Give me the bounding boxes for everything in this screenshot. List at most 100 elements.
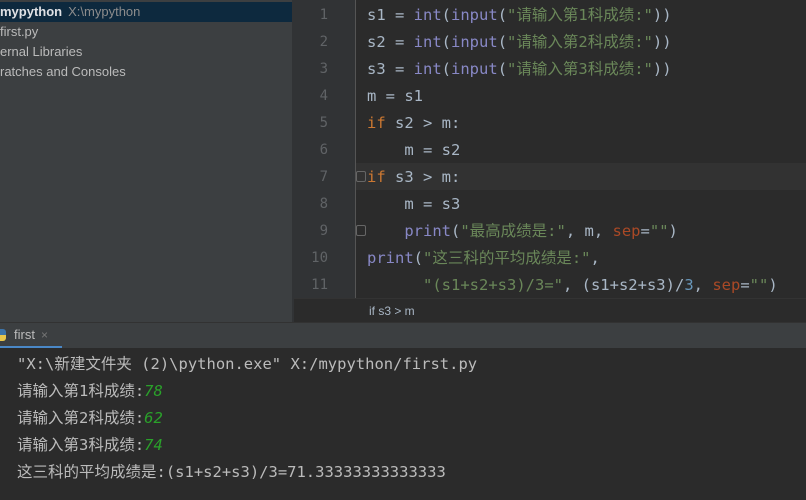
project-item-scratches[interactable]: ratches and Consoles: [0, 62, 292, 82]
code-token: m = s3: [367, 195, 461, 213]
project-root-name: mypython: [0, 4, 63, 19]
code-line: m = s2: [367, 137, 460, 164]
code-token: s3 > m:: [385, 168, 461, 186]
console-line: "X:\新建文件夹 (2)\python.exe" X:/mypython/fi…: [17, 351, 477, 378]
code-line: print("最高成绩是:", m, sep=""): [367, 218, 678, 245]
code-token: "(s1+s2+s3)/3=": [423, 276, 563, 294]
code-token: sep: [612, 222, 641, 240]
code-line: m = s3: [367, 191, 460, 218]
code-token: "这三科的平均成绩是:": [423, 249, 591, 267]
code-token: ): [768, 276, 778, 294]
code-token: 3: [684, 276, 694, 294]
code-token: "请输入第3科成绩:": [507, 60, 653, 78]
code-line: m = s1: [367, 83, 423, 110]
code-token: sep: [712, 276, 741, 294]
code-token: ,: [590, 249, 600, 267]
code-token: (: [441, 6, 452, 24]
code-token: (: [413, 249, 424, 267]
code-token: "请输入第1科成绩:": [507, 6, 653, 24]
code-token: )): [652, 33, 672, 51]
code-token: input: [451, 33, 498, 51]
code-line: if s2 > m:: [367, 110, 460, 137]
line-number: 8: [319, 196, 328, 212]
code-editor[interactable]: 1 s1 = int(input("请输入第1科成绩:")) 2 s2 = int(i…: [294, 0, 806, 298]
code-line: if s3 > m:: [367, 164, 460, 191]
code-token: =: [640, 222, 650, 240]
code-line: s2 = int(input("请输入第2科成绩:")): [367, 29, 672, 56]
code-token: (: [497, 33, 508, 51]
code-line: s1 = int(input("请输入第1科成绩:")): [367, 2, 672, 29]
code-token: int: [413, 60, 442, 78]
code-token: s2 > m:: [385, 114, 461, 132]
fold-icon[interactable]: [356, 225, 366, 236]
close-icon[interactable]: ×: [41, 328, 48, 342]
console-user-input: 74: [144, 436, 163, 454]
code-token: "最高成绩是:": [460, 222, 566, 240]
line-number: 7: [319, 169, 328, 185]
line-number: 9: [319, 223, 328, 239]
console-user-input: 62: [144, 409, 163, 427]
project-item-external-libraries[interactable]: ernal Libraries: [0, 42, 292, 62]
run-tool-bar: first ×: [0, 322, 806, 349]
console-line: 请输入第3科成绩:74: [17, 432, 163, 459]
console-line: 这三科的平均成绩是:(s1+s2+s3)/3=71.33333333333333: [17, 459, 446, 486]
console-text: 请输入第2科成绩:: [17, 409, 145, 427]
console-text: 请输入第3科成绩:: [17, 436, 145, 454]
code-line: s3 = int(input("请输入第3科成绩:")): [367, 56, 672, 83]
code-token: if: [367, 114, 386, 132]
code-token: )): [652, 60, 672, 78]
line-number: 2: [319, 34, 328, 50]
code-token: , (s1+s2+s3)/: [562, 276, 685, 294]
console-text: "X:\新建文件夹 (2)\python.exe" X:/mypython/fi…: [17, 355, 478, 373]
code-token: "": [649, 222, 669, 240]
code-token: if: [367, 168, 386, 186]
code-line: print("这三科的平均成绩是:",: [367, 245, 600, 272]
run-tab-label: first: [14, 327, 35, 342]
code-token: (: [451, 222, 461, 240]
code-token: s1 =: [367, 6, 414, 24]
line-number: 5: [319, 115, 328, 131]
project-panel: mypython X:\mypython first.py ernal Libra…: [0, 0, 292, 322]
code-token: )): [652, 6, 672, 24]
line-number: 4: [319, 88, 328, 104]
code-token: int: [413, 6, 442, 24]
console-text: 这三科的平均成绩是:(s1+s2+s3)/3=71.33333333333333: [17, 463, 446, 481]
code-token: "请输入第2科成绩:": [507, 33, 653, 51]
code-token: (: [441, 60, 452, 78]
code-token: ): [668, 222, 678, 240]
code-token: =: [740, 276, 750, 294]
code-token: "": [749, 276, 769, 294]
project-item-first-py[interactable]: first.py: [0, 22, 292, 42]
code-token: input: [451, 60, 498, 78]
line-number: 3: [319, 61, 328, 77]
code-token: m = s2: [367, 141, 461, 159]
code-token: (: [497, 6, 508, 24]
console-line: 请输入第1科成绩:78: [17, 378, 163, 405]
code-token: print: [404, 222, 451, 240]
console-user-input: 78: [144, 382, 163, 400]
code-token: int: [413, 33, 442, 51]
line-number: 1: [319, 7, 328, 23]
run-tab-first[interactable]: first ×: [0, 323, 62, 349]
code-token: s2 =: [367, 33, 414, 51]
breadcrumb[interactable]: if s3 > m: [294, 298, 806, 322]
project-root-path: X:\mypython: [68, 4, 141, 19]
line-number: 6: [319, 142, 328, 158]
code-token: input: [451, 6, 498, 24]
fold-icon[interactable]: [356, 171, 366, 182]
console-line: 请输入第2科成绩:62: [17, 405, 163, 432]
line-number: 10: [311, 250, 328, 266]
code-token: ,: [693, 276, 713, 294]
code-token: (: [497, 60, 508, 78]
code-token: m = s1: [367, 87, 423, 105]
code-token: (: [441, 33, 452, 51]
code-line: "(s1+s2+s3)/3=", (s1+s2+s3)/3, sep=""): [367, 272, 778, 298]
project-root[interactable]: mypython X:\mypython: [0, 2, 292, 22]
line-number: 11: [311, 277, 328, 293]
run-console[interactable]: "X:\新建文件夹 (2)\python.exe" X:/mypython/fi…: [0, 348, 806, 500]
python-icon: [0, 329, 6, 341]
code-token: s3 =: [367, 60, 414, 78]
code-token: , m,: [565, 222, 613, 240]
